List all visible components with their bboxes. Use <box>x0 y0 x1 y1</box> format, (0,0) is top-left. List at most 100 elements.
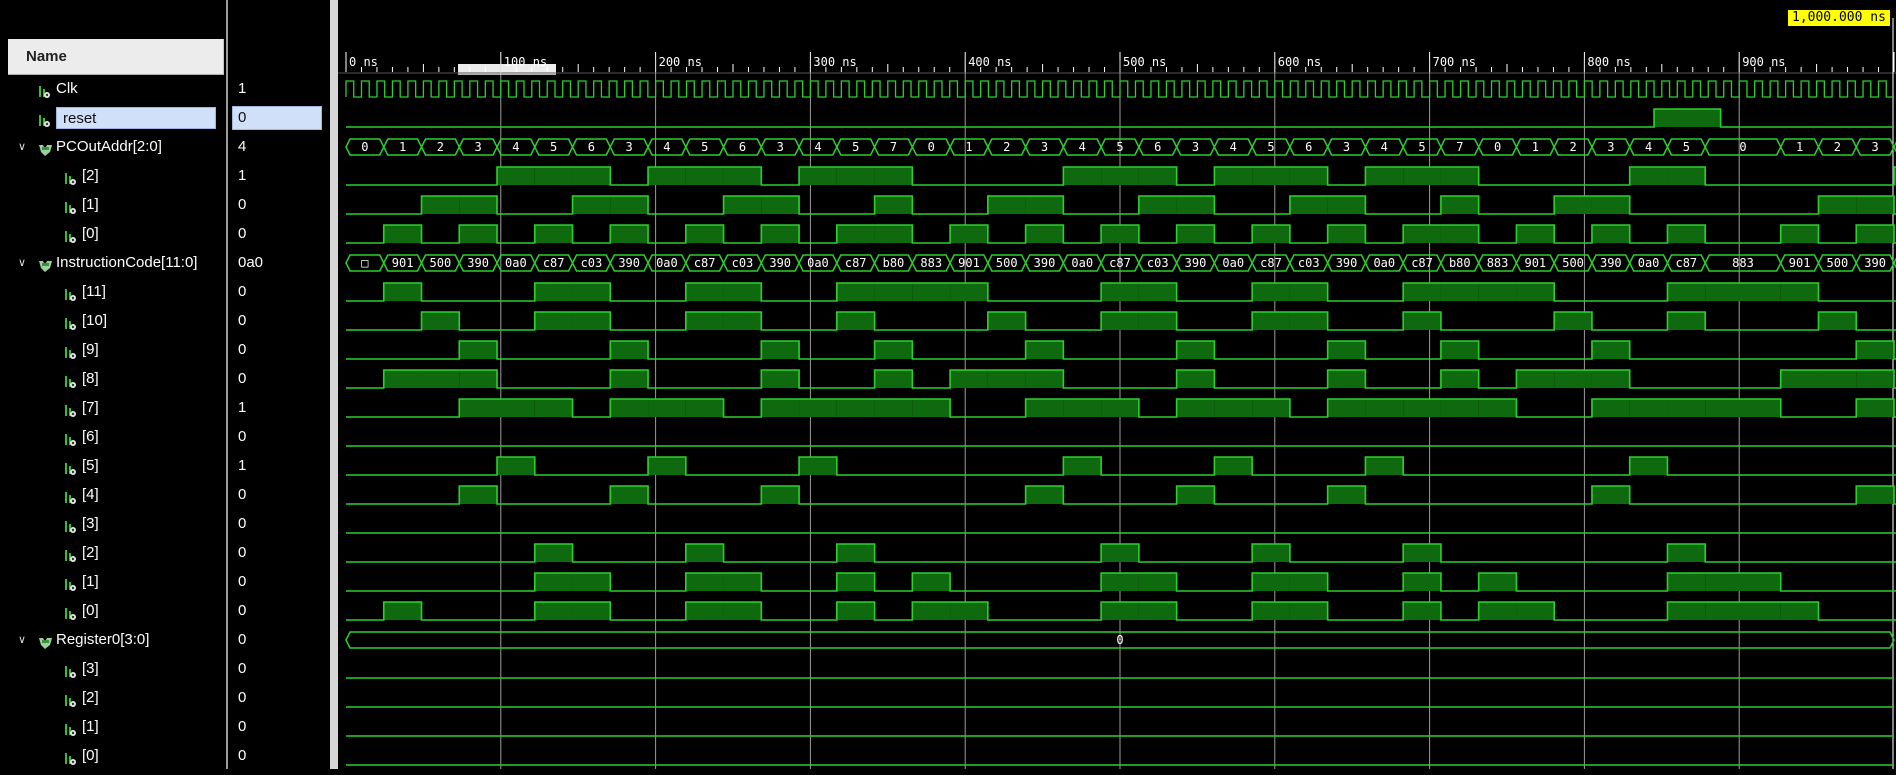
bit-high-fill <box>761 225 800 243</box>
signal-row[interactable]: ∨ Register0[3:0] <box>0 627 228 653</box>
bus-value-label: 1 <box>399 140 406 154</box>
signal-row[interactable]: ∨ PCOutAddr[2:0] <box>0 134 228 160</box>
bit-high-fill <box>1327 196 1366 214</box>
signal-value-cell[interactable]: 0 <box>228 105 330 131</box>
signal-value-cell[interactable]: 0 <box>228 337 330 363</box>
signal-value-cell[interactable]: 0 <box>228 714 330 740</box>
signal-value-cell[interactable]: 0 <box>228 192 330 218</box>
signal-row[interactable]: [1] <box>0 192 228 218</box>
signal-row[interactable]: [0] <box>0 743 228 769</box>
bit-high-fill <box>1478 573 1517 591</box>
bus-value-label: 3 <box>475 140 482 154</box>
bit-high-fill <box>1252 573 1290 591</box>
signal-value-cell[interactable]: 0 <box>228 540 330 566</box>
signal-row[interactable]: [10] <box>0 308 228 334</box>
signal-row[interactable]: [6] <box>0 424 228 450</box>
signal-value-cell[interactable]: 0 <box>228 627 330 653</box>
signal-row[interactable]: [11] <box>0 279 228 305</box>
bit-high-fill <box>1591 399 1630 417</box>
bus-value-label: 2 <box>1834 140 1841 154</box>
signal-row[interactable]: [7] <box>0 395 228 421</box>
bus-value-label: 390 <box>769 256 791 270</box>
signal-row[interactable]: [2] <box>0 685 228 711</box>
bus-value-label: 6 <box>588 140 595 154</box>
bit-high-fill <box>836 167 875 185</box>
bit-high-fill <box>497 167 535 185</box>
tick-label: 400 ns <box>968 55 1011 69</box>
bus-value-label: 4 <box>814 140 821 154</box>
waveform-svg[interactable]: 0 ns 100 ns 200 ns 300 ns 400 ns 500 ns 600 ns… <box>338 0 1896 769</box>
signal-row[interactable]: ∨ InstructionCode[11:0] <box>0 250 228 276</box>
wire-icon <box>64 227 77 243</box>
bit-high-fill <box>1138 573 1177 591</box>
chevron-down-icon[interactable]: ∨ <box>18 627 26 653</box>
signal-value-cell[interactable]: 0 <box>228 279 330 305</box>
signal-value-cell[interactable]: 1 <box>228 163 330 189</box>
signal-value-cell[interactable]: 0 <box>228 308 330 334</box>
bus-value-label: 3 <box>1872 140 1879 154</box>
signal-row[interactable]: Clk <box>0 76 228 102</box>
wire-icon <box>38 82 51 98</box>
signal-row[interactable]: [8] <box>0 366 228 392</box>
signal-row[interactable]: [1] <box>0 569 228 595</box>
bit-high-fill <box>1403 602 1441 620</box>
bit-high-fill <box>1856 341 1894 359</box>
signal-row[interactable]: [3] <box>0 511 228 537</box>
bit-high-fill <box>799 457 837 475</box>
signal-value-cell[interactable]: 0 <box>228 482 330 508</box>
tick-label: 800 ns <box>1587 55 1630 69</box>
signal-value-cell[interactable]: 0 <box>228 685 330 711</box>
signal-name: [2] <box>82 167 99 184</box>
signal-value-cell[interactable]: 0 <box>228 221 330 247</box>
bit-high-fill <box>1591 225 1630 243</box>
bus-value-label: 390 <box>1034 256 1056 270</box>
signal-value: 0 <box>238 573 247 590</box>
bus-value-label: 0a0 <box>1373 256 1395 270</box>
bit-high-fill <box>836 573 875 591</box>
name-column-header[interactable]: Name <box>8 39 224 75</box>
bit-high-fill <box>1289 312 1328 330</box>
bit-high-fill <box>685 167 724 185</box>
signal-row[interactable]: [1] <box>0 714 228 740</box>
bit-high-fill <box>799 167 837 185</box>
bus-value-label: c87 <box>1260 256 1282 270</box>
signal-value-cell[interactable]: 1 <box>228 453 330 479</box>
signal-value-cell[interactable]: 0 <box>228 511 330 537</box>
signal-row[interactable]: [2] <box>0 163 228 189</box>
signal-value-cell[interactable]: 0 <box>228 598 330 624</box>
chevron-down-icon[interactable]: ∨ <box>18 134 26 160</box>
signal-value-cell[interactable]: 4 <box>228 134 330 160</box>
signal-row[interactable]: reset <box>0 105 228 131</box>
bus-value-label: c03 <box>1147 256 1169 270</box>
signal-value: 0 <box>238 312 247 329</box>
signal-name: [4] <box>82 486 99 503</box>
bit-high-fill <box>1667 225 1706 243</box>
signal-row[interactable]: [5] <box>0 453 228 479</box>
signal-value-cell[interactable]: 1 <box>228 76 330 102</box>
bit-high-fill <box>1101 283 1139 301</box>
signal-value-cell[interactable]: 1 <box>228 395 330 421</box>
signal-value-cell[interactable]: 0a0 <box>228 250 330 276</box>
pane-splitter[interactable] <box>330 0 338 769</box>
signal-row[interactable]: [9] <box>0 337 228 363</box>
bus-value-label: 1 <box>965 140 972 154</box>
signal-value-cell[interactable]: 0 <box>228 366 330 392</box>
signal-name: Register0[3:0] <box>56 631 150 648</box>
signal-value-cell[interactable]: 0 <box>228 424 330 450</box>
bus-value-label: 4 <box>1381 140 1388 154</box>
bus-value-label: 0a0 <box>807 256 829 270</box>
signal-row[interactable]: [0] <box>0 221 228 247</box>
signal-row[interactable]: [0] <box>0 598 228 624</box>
signal-row[interactable]: [4] <box>0 482 228 508</box>
signal-value-cell[interactable]: 0 <box>228 656 330 682</box>
chevron-down-icon[interactable]: ∨ <box>18 250 26 276</box>
signal-value-cell[interactable]: 0 <box>228 569 330 595</box>
bit-high-fill <box>459 486 498 504</box>
signal-name: [7] <box>82 399 99 416</box>
signal-value-cell[interactable]: 0 <box>228 743 330 769</box>
signal-value: 0 <box>238 428 247 445</box>
signal-value: 1 <box>238 399 247 416</box>
signal-row[interactable]: [2] <box>0 540 228 566</box>
signal-row[interactable]: [3] <box>0 656 228 682</box>
waveform-canvas[interactable]: 0 ns 100 ns 200 ns 300 ns 400 ns 500 ns 600 ns… <box>338 0 1896 769</box>
